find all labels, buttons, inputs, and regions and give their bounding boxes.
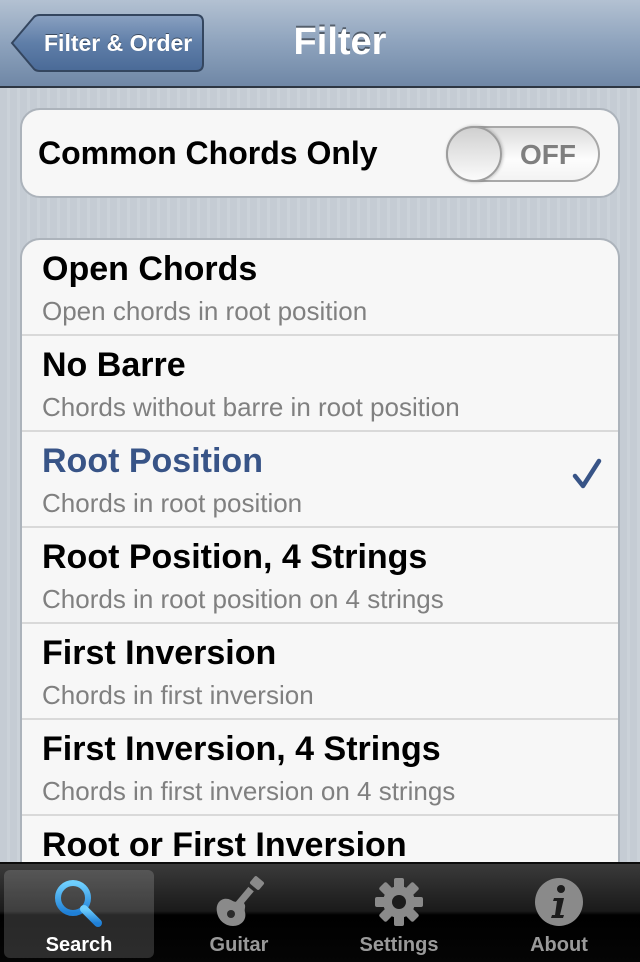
filter-row-first-inversion[interactable]: First Inversion Chords in first inversio… bbox=[22, 624, 618, 720]
filter-subtitle: Open chords in root position bbox=[42, 296, 368, 326]
common-chords-switch[interactable]: OFF bbox=[446, 126, 600, 182]
filter-subtitle: Chords in root position bbox=[42, 488, 303, 518]
tab-label: Guitar bbox=[209, 934, 269, 956]
common-chords-group: Common Chords Only OFF bbox=[20, 108, 620, 198]
filter-title: Open Chords bbox=[42, 250, 258, 288]
filter-subtitle: Chords without barre in root position bbox=[42, 392, 460, 422]
back-button[interactable]: Filter & Order bbox=[10, 14, 204, 72]
filter-title: No Barre bbox=[42, 346, 186, 384]
filter-title: Root Position, 4 Strings bbox=[42, 538, 428, 576]
navigation-bar: Filter & Order Filter bbox=[0, 0, 640, 88]
checkmark-icon bbox=[572, 458, 602, 489]
filter-subtitle: Chords in first inversion on 4 strings bbox=[42, 776, 456, 806]
filter-title: Root or First Inversion bbox=[42, 826, 407, 864]
info-icon bbox=[535, 878, 583, 926]
tab-label: Search bbox=[45, 934, 113, 956]
filter-row-root-position[interactable]: Root Position Chords in root position bbox=[22, 432, 618, 528]
filter-row-root-position-4-strings[interactable]: Root Position, 4 Strings Chords in root … bbox=[22, 528, 618, 624]
common-chords-label: Common Chords Only bbox=[38, 135, 378, 171]
filter-subtitle: Chords in root position on 4 strings bbox=[42, 584, 444, 614]
gear-icon bbox=[375, 878, 423, 926]
filter-row-open-chords[interactable]: Open Chords Open chords in root position bbox=[22, 240, 618, 336]
search-icon bbox=[55, 880, 102, 927]
tab-search[interactable]: Search bbox=[4, 870, 154, 958]
filter-title: First Inversion, 4 Strings bbox=[42, 730, 441, 768]
page-title: Filter bbox=[293, 21, 387, 63]
switch-state-label: OFF bbox=[520, 139, 576, 170]
filter-title: Root Position bbox=[42, 442, 263, 480]
tab-about[interactable]: About bbox=[484, 870, 634, 958]
filter-title: First Inversion bbox=[42, 634, 277, 672]
filter-row-first-inversion-4-strings[interactable]: First Inversion, 4 Strings Chords in fir… bbox=[22, 720, 618, 816]
tab-label: About bbox=[530, 934, 588, 956]
tab-guitar[interactable]: Guitar bbox=[164, 870, 314, 958]
switch-knob[interactable] bbox=[446, 126, 502, 182]
tab-bar: Search Guitar Settings About bbox=[0, 862, 640, 962]
filter-row-no-barre[interactable]: No Barre Chords without barre in root po… bbox=[22, 336, 618, 432]
back-button-label: Filter & Order bbox=[44, 30, 193, 56]
tab-label: Settings bbox=[359, 934, 439, 956]
filter-list: Open Chords Open chords in root position… bbox=[20, 238, 620, 938]
guitar-icon bbox=[216, 876, 264, 926]
tab-settings[interactable]: Settings bbox=[324, 870, 474, 958]
filter-subtitle: Chords in first inversion bbox=[42, 680, 314, 710]
